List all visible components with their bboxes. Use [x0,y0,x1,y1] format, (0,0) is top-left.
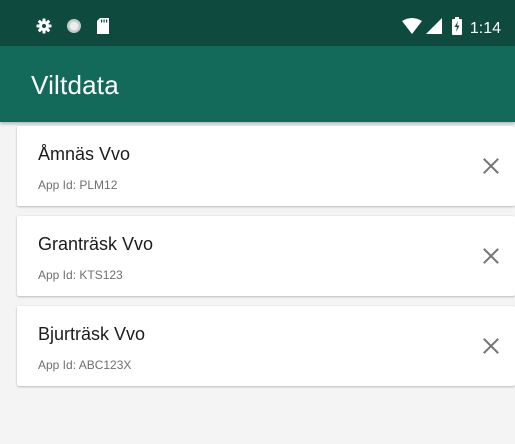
battery-charging-icon [451,17,462,40]
circle-icon [66,18,82,39]
status-icons-right: 1:14 [401,17,501,40]
status-icons-left [36,18,124,39]
remove-button[interactable] [479,334,503,358]
close-icon [483,248,499,264]
wifi-icon [401,18,422,39]
close-icon [483,338,499,354]
list-item-title: Granträsk Vvo [38,234,154,254]
close-icon [483,158,499,174]
remove-button[interactable] [479,154,503,178]
sd-card-icon [96,18,110,39]
list-item[interactable]: Åmnäs Vvo App Id: PLM12 [17,126,515,206]
status-bar: 1:14 [0,0,515,46]
list-item[interactable]: Granträsk Vvo App Id: KTS123 [17,216,515,296]
list-item-app-id: App Id: ABC123X [38,358,132,372]
remove-button[interactable] [479,244,503,268]
list-item[interactable]: Bjurträsk Vvo App Id: ABC123X [17,306,515,386]
app-bar: Viltdata [0,46,515,122]
status-time: 1:14 [469,19,501,37]
list-item-app-id: App Id: KTS123 [38,268,123,282]
list-item-app-id: App Id: PLM12 [38,178,118,192]
signal-icon [425,18,442,39]
settings-icon [36,18,52,39]
page-title: Viltdata [31,70,119,100]
list-item-title: Bjurträsk Vvo [38,324,146,344]
area-list: Åmnäs Vvo App Id: PLM12 Granträsk Vvo Ap… [17,126,515,396]
list-item-title: Åmnäs Vvo [38,144,131,164]
